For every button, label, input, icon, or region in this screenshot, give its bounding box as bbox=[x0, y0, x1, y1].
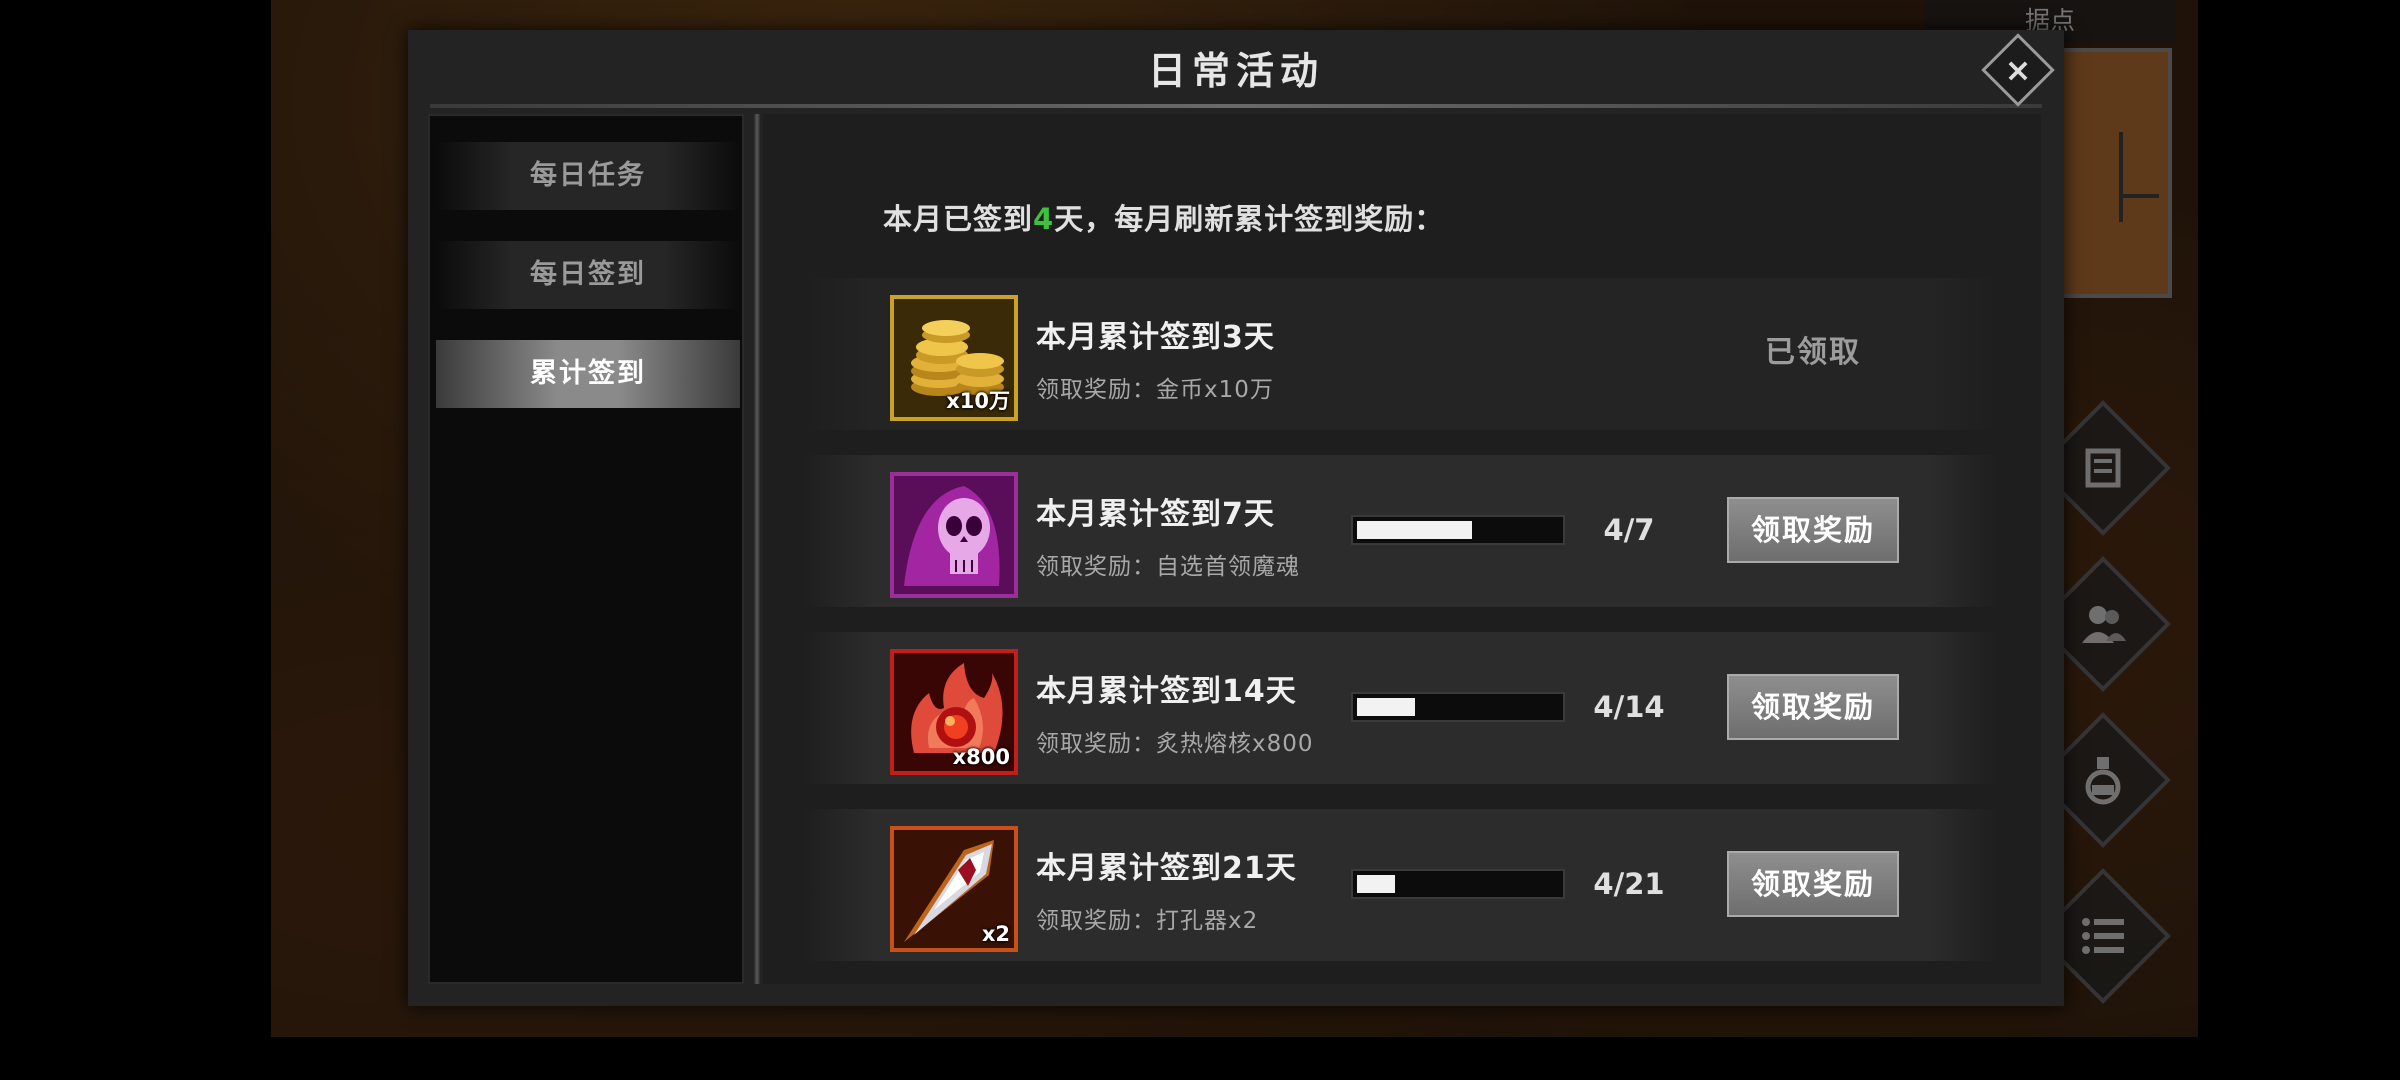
tab-daily-tasks[interactable]: 每日任务 bbox=[436, 142, 740, 210]
progress-fill bbox=[1357, 521, 1472, 539]
daily-activity-dialog: 日常活动 × 每日任务 每日签到 累计签到 本月已签到4天，每月刷新累计签到奖励… bbox=[408, 30, 2064, 1006]
reward-quantity: x800 bbox=[952, 745, 1010, 769]
molten-core-icon: x800 bbox=[890, 649, 1018, 775]
punch-drill-icon: x2 bbox=[890, 826, 1018, 952]
title-divider bbox=[430, 104, 2042, 108]
scroll-icon bbox=[2059, 424, 2147, 512]
gold-coins-icon: x10万 bbox=[890, 295, 1018, 421]
tab-cumulative-checkin[interactable]: 累计签到 bbox=[436, 340, 740, 408]
close-icon: × bbox=[2004, 51, 2032, 89]
reward-quantity: x2 bbox=[981, 922, 1010, 946]
progress-text: 4/7 bbox=[1603, 513, 1655, 547]
claim-reward-button[interactable]: 领取奖励 bbox=[1727, 497, 1899, 563]
reward-row: x2 本月累计签到21天 领取奖励：打孔器x2 4/21 领取奖励 bbox=[803, 809, 1999, 961]
progress-bar bbox=[1351, 869, 1565, 899]
checkin-days-count: 4 bbox=[1033, 202, 1055, 236]
reward-title: 本月累计签到21天 bbox=[1036, 851, 1297, 886]
claim-reward-button[interactable]: 领取奖励 bbox=[1727, 674, 1899, 740]
reward-quantity: x10万 bbox=[946, 389, 1010, 413]
reward-row: x800 本月累计签到14天 领取奖励：炙热熔核x800 4/14 领取奖励 bbox=[803, 632, 1999, 784]
reward-description: 领取奖励：打孔器x2 bbox=[1036, 908, 1259, 934]
reward-row: x10万 本月累计签到3天 领取奖励：金币x10万 已领取 bbox=[803, 278, 1999, 430]
reward-description: 领取奖励：金币x10万 bbox=[1036, 377, 1274, 403]
progress-fill bbox=[1357, 875, 1395, 893]
progress-bar bbox=[1351, 692, 1565, 722]
dialog-title: 日常活动 bbox=[1147, 49, 1324, 93]
list-icon bbox=[2059, 892, 2147, 980]
reward-row: 本月累计签到7天 领取奖励：自选首领魔魂 4/7 领取奖励 bbox=[803, 455, 1999, 607]
progress-text: 4/14 bbox=[1593, 690, 1665, 724]
boss-soul-skull-icon bbox=[890, 472, 1018, 598]
reward-description: 领取奖励：自选首领魔魂 bbox=[1036, 554, 1300, 580]
checkin-summary: 本月已签到4天，每月刷新累计签到奖励： bbox=[883, 196, 1444, 238]
sidebar-divider bbox=[754, 114, 760, 984]
reward-title: 本月累计签到14天 bbox=[1036, 674, 1297, 709]
users-icon bbox=[2059, 580, 2147, 668]
reward-title: 本月累计签到3天 bbox=[1036, 320, 1275, 355]
potion-icon bbox=[2059, 736, 2147, 824]
cumulative-checkin-panel: 本月已签到4天，每月刷新累计签到奖励： x10万 本月累计签到3天 领取奖励：金… bbox=[763, 114, 2041, 984]
summary-prefix: 本月已签到 bbox=[883, 202, 1034, 236]
progress-fill bbox=[1357, 698, 1415, 716]
minimap[interactable] bbox=[2060, 48, 2172, 298]
reward-title: 本月累计签到7天 bbox=[1036, 497, 1275, 532]
claim-reward-button[interactable]: 领取奖励 bbox=[1727, 851, 1899, 917]
tab-sidebar: 每日任务 每日签到 累计签到 bbox=[428, 114, 744, 984]
summary-suffix: 天，每月刷新累计签到奖励： bbox=[1054, 202, 1445, 236]
claimed-status: 已领取 bbox=[1765, 335, 1861, 370]
progress-bar bbox=[1351, 515, 1565, 545]
progress-text: 4/21 bbox=[1593, 867, 1665, 901]
tab-daily-checkin[interactable]: 每日签到 bbox=[436, 241, 740, 309]
reward-description: 领取奖励：炙热熔核x800 bbox=[1036, 731, 1314, 757]
